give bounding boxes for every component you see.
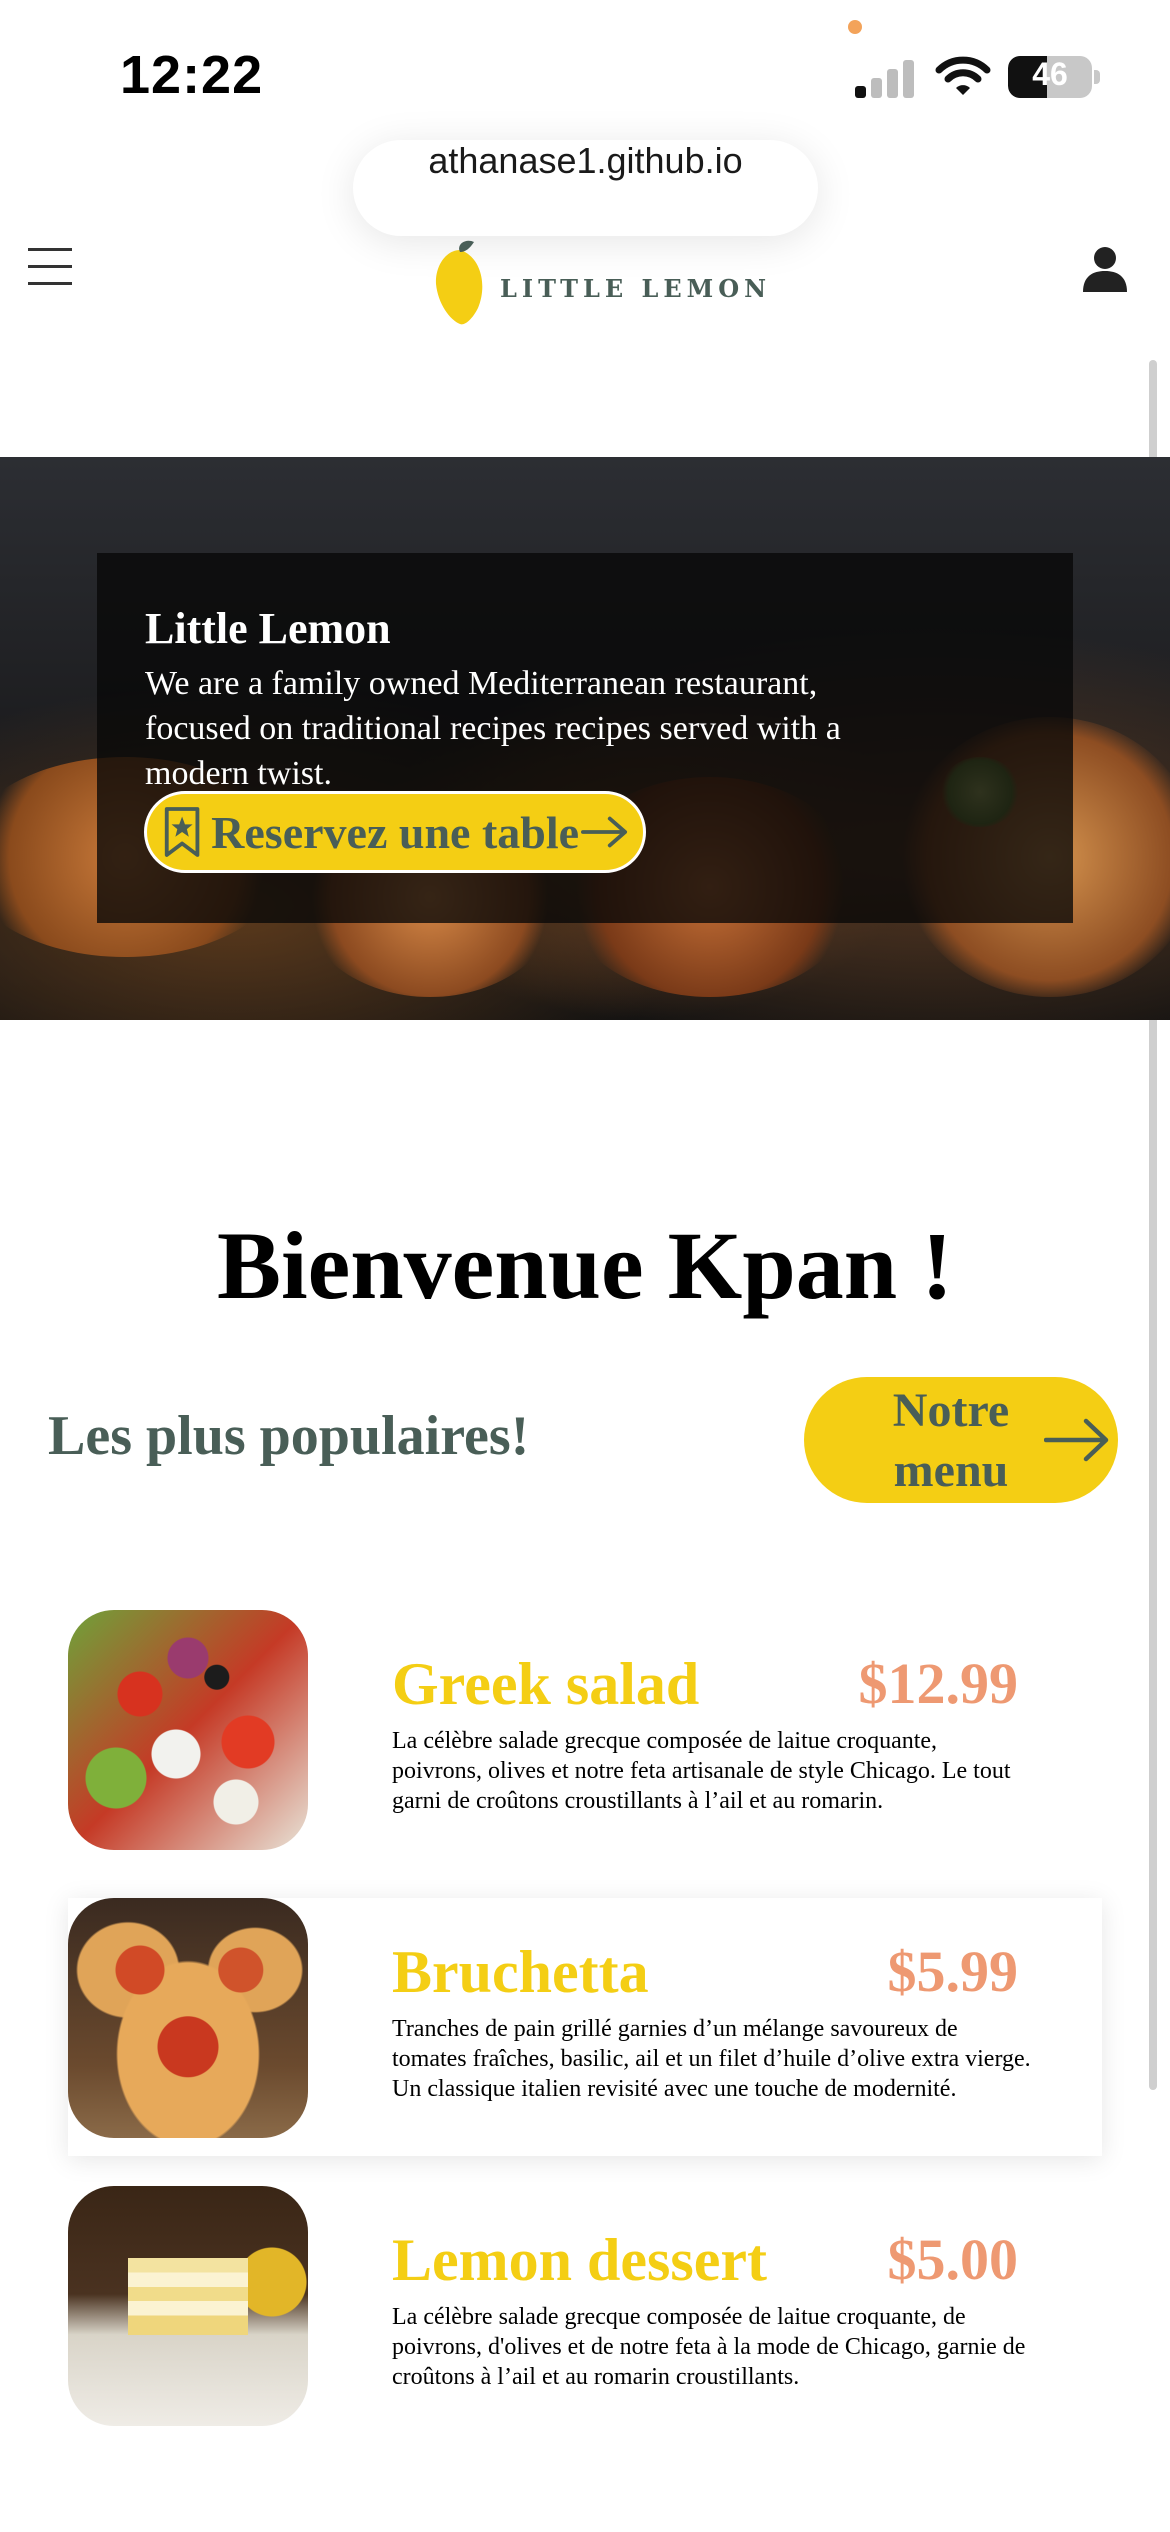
dish-description: La célèbre salade grecque composée de la… [392, 1728, 1011, 1814]
cellular-signal-icon [855, 58, 915, 98]
logo[interactable]: LITTLE LEMON [430, 240, 766, 330]
dish-card-bruchetta[interactable]: Bruchetta $5.99 Tranches de pain grillé … [68, 1898, 1102, 2156]
hero-title: Little Lemon [145, 604, 391, 653]
dish-description: Tranches de pain grillé garnies d’un mél… [392, 2016, 1031, 2102]
dish-price: $5.99 [887, 1939, 1019, 2004]
welcome-heading: Bienvenue Kpan ! [216, 1212, 954, 1319]
our-menu-button[interactable]: Notre menu [804, 1377, 1118, 1503]
popular-heading: Les plus populaires! [48, 1405, 530, 1467]
hero-description: We are a family owned Mediterranean rest… [145, 665, 841, 792]
arrow-right-icon [1044, 1418, 1109, 1462]
privacy-indicator-dot [848, 20, 862, 34]
lemon-dessert-image [68, 2186, 308, 2426]
dish-name: Bruchetta [392, 1939, 649, 2005]
status-bar: 12:22 46 [0, 0, 1170, 140]
wifi-icon [935, 56, 991, 95]
hero-card: Little Lemon We are a family owned Medit… [97, 553, 1073, 923]
hero-banner: Little Lemon We are a family owned Medit… [0, 457, 1170, 1020]
brand-name: LITTLE LEMON [500, 274, 772, 303]
dish-card-lemon-dessert[interactable]: Lemon dessert $5.00 La célèbre salade gr… [68, 2186, 1102, 2444]
dish-price: $12.99 [858, 1651, 1019, 1716]
reserve-table-button[interactable]: Reservez une table [144, 791, 646, 873]
status-time: 12:22 [120, 45, 264, 105]
dish-name: Lemon dessert [392, 2227, 767, 2293]
dish-card-greek-salad[interactable]: Greek salad $12.99 La célèbre salade gre… [68, 1610, 1102, 1868]
hamburger-menu-icon[interactable] [28, 248, 72, 288]
lemon-icon [435, 240, 483, 325]
greek-salad-image [68, 1610, 308, 1850]
battery-icon: 46 [1008, 56, 1092, 98]
address-bar[interactable]: athanase1.github.io [353, 140, 818, 236]
dish-name: Greek salad [392, 1651, 700, 1717]
bruchetta-image [68, 1898, 308, 2138]
bookmark-star-icon [164, 807, 200, 857]
dish-price: $5.00 [887, 2227, 1019, 2292]
user-account-icon[interactable] [1080, 244, 1130, 294]
reserve-table-label: Reservez une table [211, 806, 580, 858]
battery-nub [1094, 70, 1100, 84]
dish-description: La célèbre salade grecque composée de la… [392, 2304, 1026, 2390]
our-menu-label: Notre menu [892, 1384, 1010, 1497]
battery-level: 46 [1032, 56, 1068, 92]
arrow-right-icon [581, 816, 628, 848]
